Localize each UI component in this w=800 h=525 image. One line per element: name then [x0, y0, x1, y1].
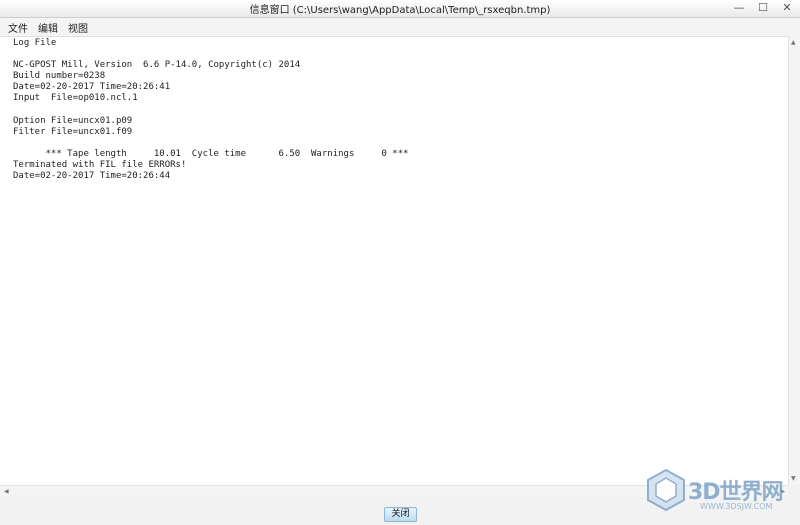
vertical-scrollbar[interactable]: ▲ ▼ [788, 36, 800, 485]
minimize-icon[interactable]: — [732, 1, 746, 15]
scroll-up-icon[interactable]: ▲ [791, 39, 796, 46]
close-icon[interactable]: ✕ [780, 1, 794, 15]
close-button[interactable]: 关闭 [384, 507, 417, 522]
window-title: 信息窗口 (C:\Users\wang\AppData\Local\Temp\_… [249, 5, 551, 16]
log-text-area[interactable]: Log File NC-GPOST Mill, Version 6.6 P-14… [0, 36, 789, 486]
log-line: Date=02-20-2017 Time=20:26:44 [13, 171, 171, 182]
log-line: Date=02-20-2017 Time=20:26:41 [13, 82, 171, 93]
log-line: Log File [13, 38, 57, 48]
log-line: *** Tape length 10.01 Cycle time 6.50 Wa… [13, 148, 409, 159]
maximize-icon[interactable]: ☐ [756, 1, 770, 15]
scroll-left-icon[interactable]: ◀ [4, 488, 9, 495]
menu-item-file[interactable]: 文件 [8, 20, 28, 35]
scroll-right-icon[interactable]: ▶ [780, 488, 785, 495]
log-line: Option File=uncx01.p09 [13, 115, 133, 126]
log-line: NC-GPOST Mill, Version 6.6 P-14.0, Copyr… [13, 60, 301, 71]
scroll-down-icon[interactable]: ▼ [791, 475, 796, 482]
title-bar: 信息窗口 (C:\Users\wang\AppData\Local\Temp\_… [0, 0, 800, 18]
menu-bar: 文件 编辑 视图 [0, 18, 800, 36]
menu-item-view[interactable]: 视图 [68, 20, 88, 35]
menu-item-edit[interactable]: 编辑 [38, 20, 58, 35]
log-content: Log File NC-GPOST Mill, Version 6.6 P-14… [0, 37, 789, 182]
log-line: Build number=0238 [13, 71, 106, 82]
log-line: Input File=op010.ncl.1 [13, 93, 138, 104]
dialog-footer: 关闭 [0, 497, 800, 525]
log-line: Filter File=uncx01.f09 [13, 126, 133, 137]
horizontal-scrollbar[interactable]: ◀ ▶ [0, 485, 789, 497]
window-controls: — ☐ ✕ [732, 1, 794, 15]
log-line: Terminated with FIL file ERRORs! [13, 160, 187, 171]
